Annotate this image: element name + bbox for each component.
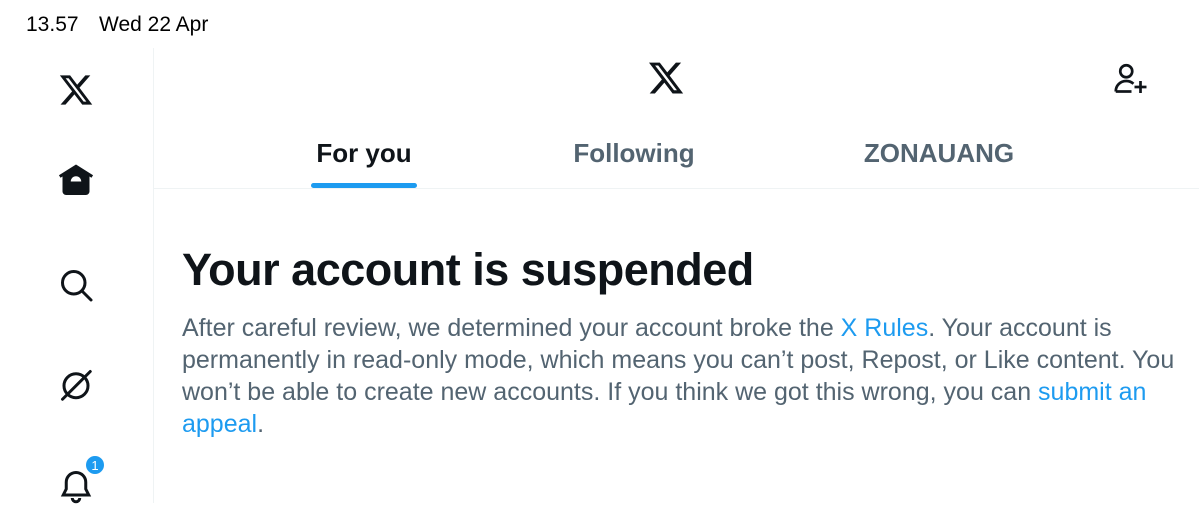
tab-for-you[interactable]: For you [284,118,444,188]
status-bar: 13.57 Wed 22 Apr [0,0,1199,48]
main-content: For you Following ZONAUANG Your account … [154,48,1199,503]
notification-badge: 1 [84,454,106,476]
tab-following-label: Following [573,137,695,168]
x-rules-link[interactable]: X Rules [841,314,929,342]
timeline-tabs: For you Following ZONAUANG [154,118,1199,189]
suspended-message: After careful review, we determined your… [182,312,1182,440]
body-text-3: . [257,410,265,438]
add-user-icon[interactable] [1110,58,1150,98]
sidebar: 1 [0,48,154,504]
home-icon[interactable] [50,154,102,206]
notifications-icon[interactable]: 1 [50,454,106,512]
tab-zonauang[interactable]: ZONAUANG [844,118,1034,188]
status-time: 13.57 [26,13,79,36]
tab-following[interactable]: Following [554,118,714,188]
tab-zonauang-label: ZONAUANG [863,137,1015,168]
grok-icon[interactable] [50,359,102,411]
body-text-1: After careful review, we determined your… [182,314,841,342]
x-logo-icon[interactable] [50,64,102,116]
header-x-logo-icon[interactable] [644,56,688,100]
tab-for-you-label: For you [316,137,412,168]
search-icon[interactable] [50,259,102,311]
active-tab-indicator [311,183,417,188]
status-date: Wed 22 Apr [99,13,209,36]
suspended-title: Your account is suspended [182,244,754,295]
